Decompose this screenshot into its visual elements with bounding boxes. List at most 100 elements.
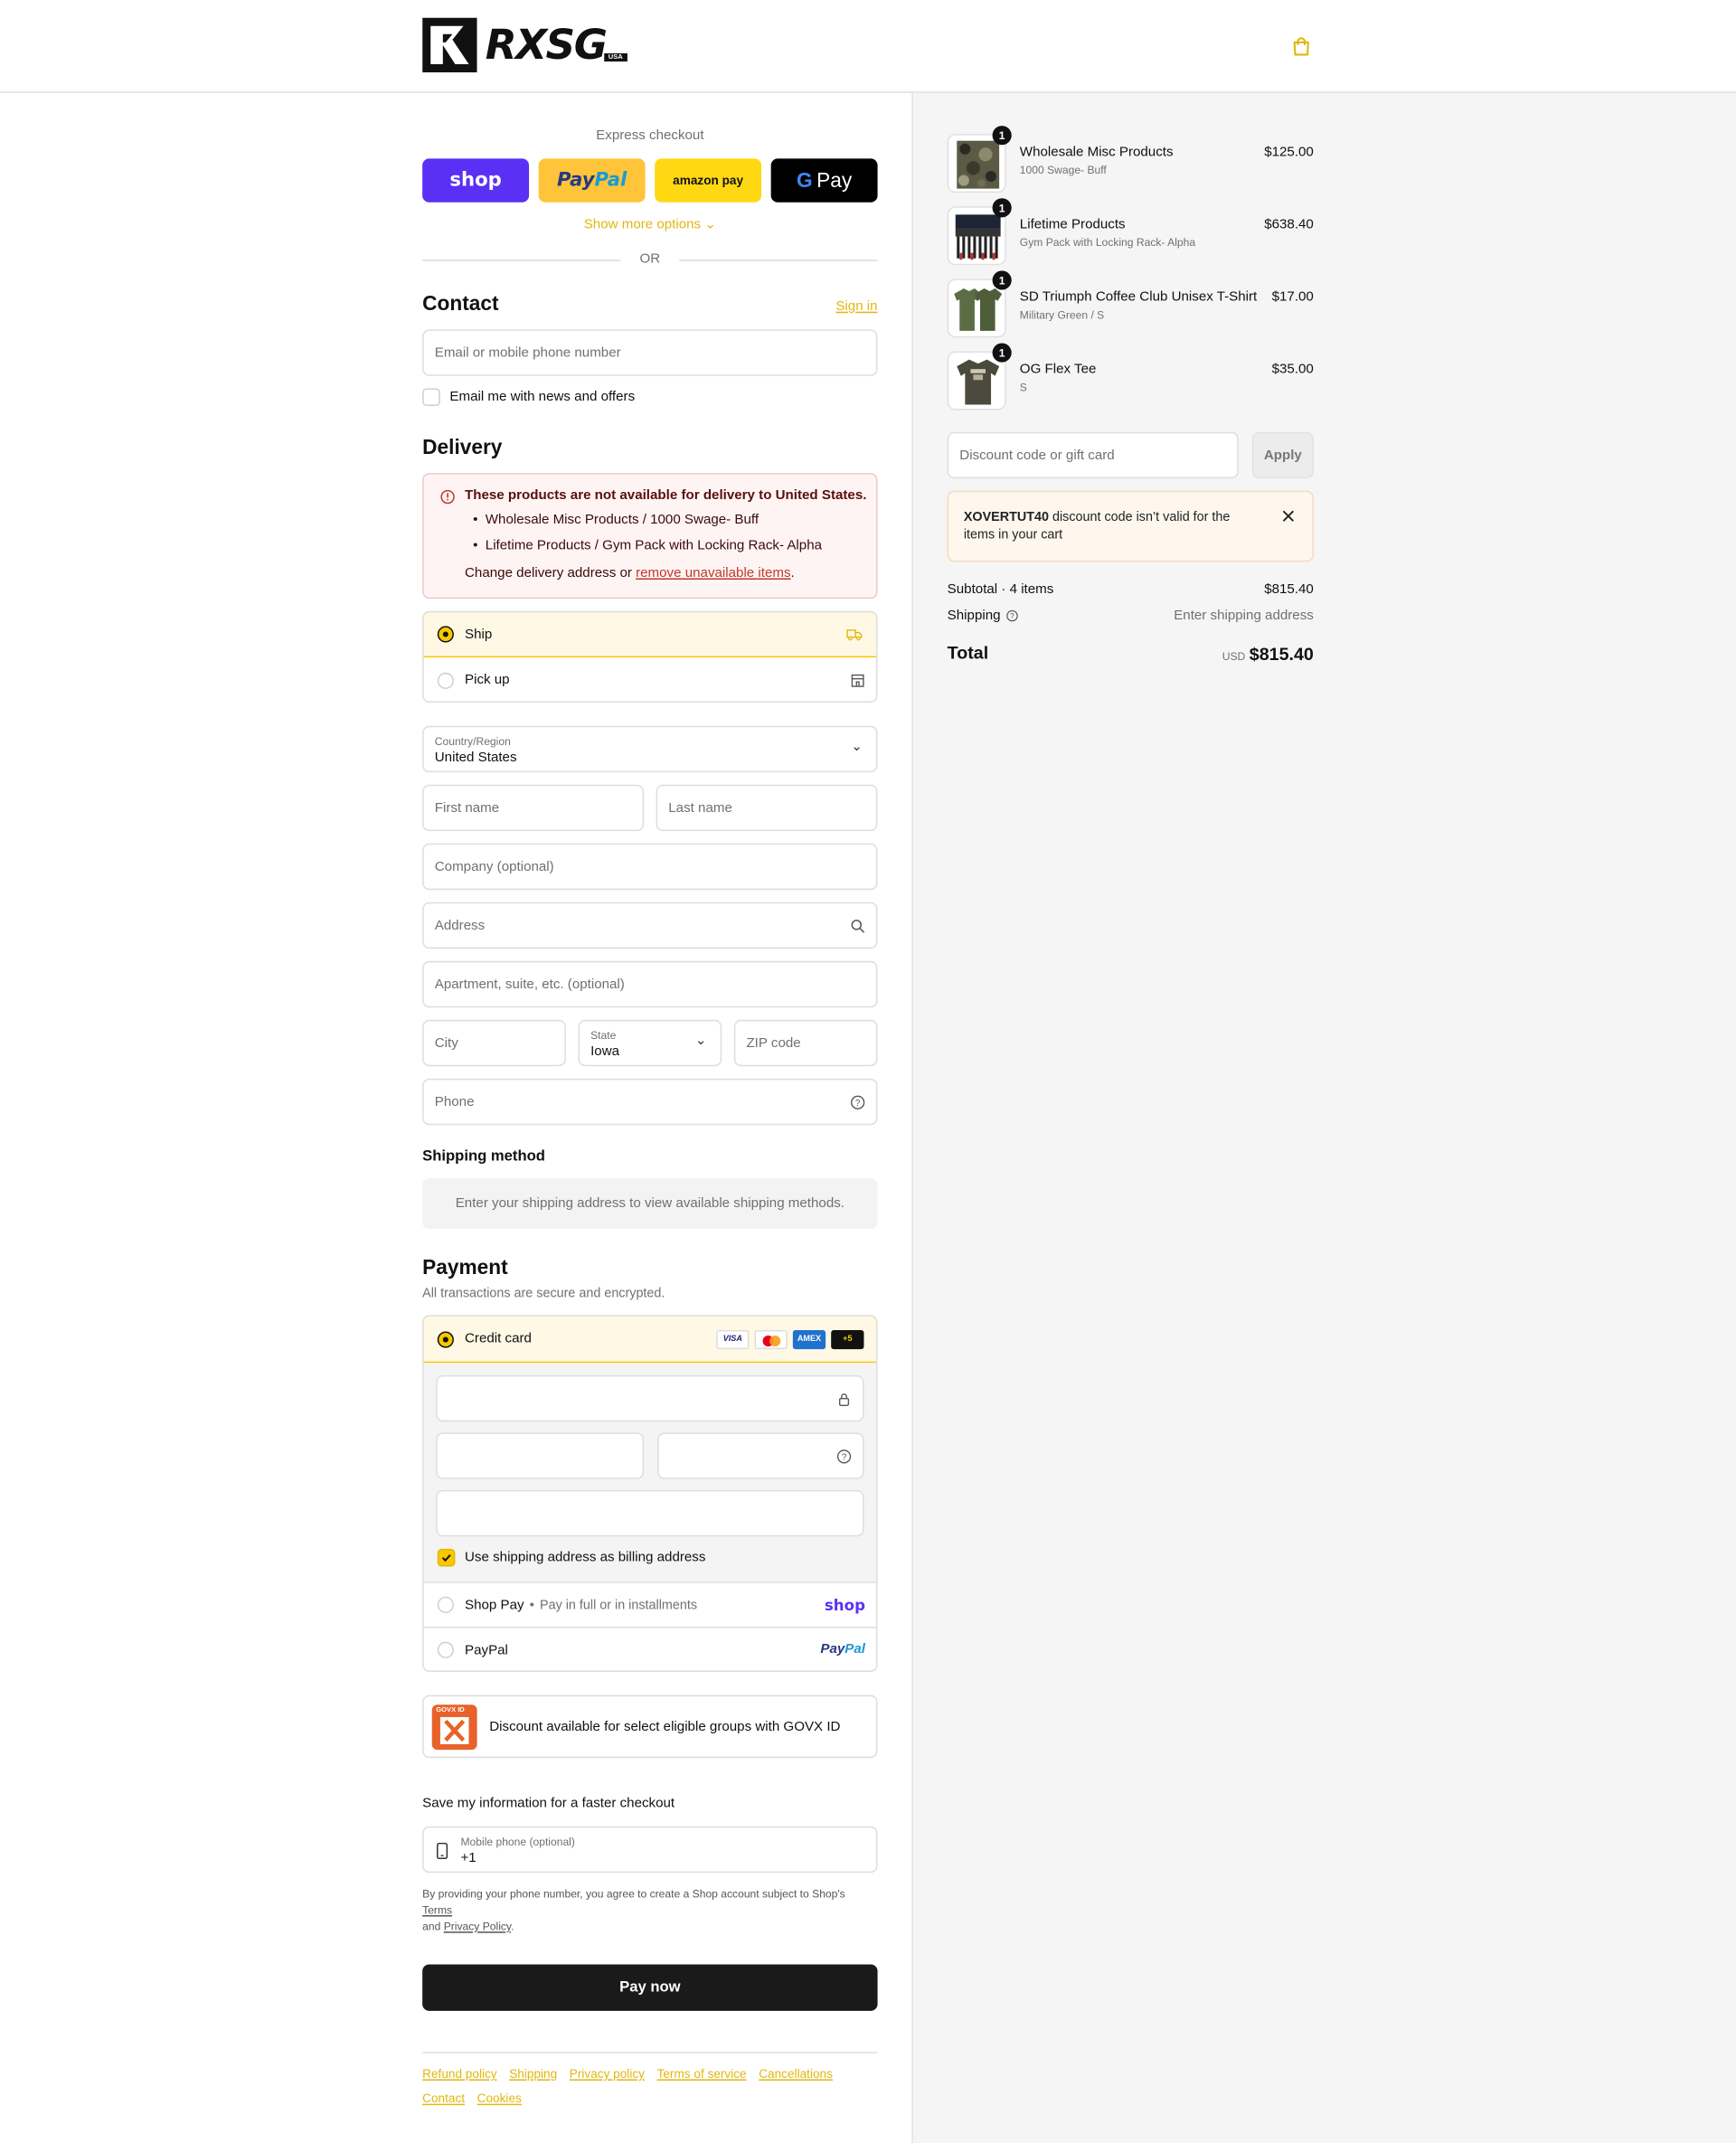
card-cvv-field[interactable]: ? — [657, 1432, 864, 1479]
shop-pay-radio[interactable] — [437, 1596, 454, 1613]
shop-pay-express-button[interactable]: shop — [422, 158, 530, 203]
privacy-policy-link[interactable]: Privacy policy — [570, 2067, 645, 2081]
company-field[interactable]: Company (optional) — [422, 843, 878, 891]
shop-pay-option[interactable]: Shop Pay • Pay in full or in installment… — [423, 1581, 877, 1627]
item-name: Wholesale Misc Products — [1019, 145, 1174, 160]
mastercard-icon — [754, 1329, 788, 1350]
refund-policy-link[interactable]: Refund policy — [422, 2067, 496, 2081]
cart-item: 1 Lifetime Products Gym Pack with Lockin… — [947, 198, 1314, 267]
quantity-badge: 1 — [992, 343, 1012, 363]
cart-item: 1 OG Flex Tee S $35.00 — [947, 343, 1314, 412]
item-name: SD Triumph Coffee Club Unisex T-Shirt — [1019, 289, 1258, 306]
quantity-badge: 1 — [992, 126, 1012, 146]
svg-text:?: ? — [1010, 612, 1014, 620]
paypal-logo-pay: Pay — [556, 169, 595, 192]
payment-methods-group: Credit card VISA AMEX +5 ? Use shipping … — [422, 1315, 878, 1672]
item-price: $125.00 — [1264, 145, 1314, 160]
country-select[interactable]: Country/Region United States ⌄ — [422, 725, 878, 773]
search-icon — [851, 920, 865, 933]
mobile-phone-icon — [437, 1842, 448, 1860]
google-pay-label: Pay — [816, 168, 853, 193]
terms-of-service-link[interactable]: Terms of service — [657, 2067, 747, 2081]
last-name-field[interactable]: Last name — [656, 784, 878, 832]
paypal-logo-pal: Pal — [594, 169, 627, 192]
amex-icon: AMEX — [792, 1329, 826, 1350]
close-icon[interactable] — [1282, 510, 1295, 523]
card-number-field[interactable] — [436, 1374, 864, 1422]
visa-icon: VISA — [716, 1329, 750, 1350]
apply-discount-button[interactable]: Apply — [1251, 431, 1314, 479]
help-circle-icon[interactable]: ? — [836, 1449, 852, 1465]
card-expiry-field[interactable] — [436, 1432, 645, 1479]
payment-subtitle: All transactions are secure and encrypte… — [422, 1286, 665, 1302]
site-header: RXSG USA — [0, 0, 1736, 93]
state-select[interactable]: State Iowa ⌄ — [578, 1019, 722, 1067]
pickup-label: Pick up — [465, 672, 510, 688]
error-item: • Wholesale Misc Products / 1000 Swage- … — [473, 512, 760, 528]
state-label: State — [590, 1029, 617, 1042]
newsletter-checkbox[interactable] — [422, 388, 440, 407]
govx-logo: GOVX ID — [431, 1704, 477, 1751]
email-field[interactable]: Email or mobile phone number — [422, 329, 878, 376]
discount-code-field[interactable]: Discount code or gift card — [947, 431, 1239, 479]
billing-same-checkbox[interactable] — [437, 1548, 456, 1567]
pickup-radio[interactable] — [437, 672, 454, 689]
pay-now-button[interactable]: Pay now — [422, 1964, 878, 2011]
ship-radio[interactable] — [437, 626, 454, 643]
card-name-field[interactable] — [436, 1489, 864, 1537]
shipping-link[interactable]: Shipping — [509, 2067, 557, 2081]
state-value: Iowa — [590, 1044, 620, 1060]
brand-logo[interactable]: RXSG USA — [422, 17, 627, 73]
footer-divider — [422, 2052, 878, 2053]
ship-label: Ship — [465, 627, 493, 642]
zip-field[interactable]: ZIP code — [733, 1019, 878, 1067]
shipping-value: Enter shipping address — [1174, 608, 1314, 624]
credit-card-option[interactable]: Credit card VISA AMEX +5 — [423, 1316, 877, 1364]
company-placeholder: Company (optional) — [434, 859, 554, 874]
cart-bag-icon[interactable] — [1290, 35, 1312, 57]
remove-unavailable-items-link[interactable]: remove unavailable items — [636, 566, 790, 581]
help-circle-icon[interactable]: ? — [850, 1095, 865, 1110]
chevron-down-icon: ⌄ — [704, 217, 717, 233]
error-title: These products are not available for del… — [465, 487, 867, 504]
paypal-express-button[interactable]: Pay Pal — [538, 158, 646, 203]
sign-in-link[interactable]: Sign in — [835, 299, 877, 315]
govx-text: Discount available for select eligible g… — [489, 1719, 841, 1735]
contact-heading: Contact — [422, 292, 499, 316]
store-icon — [851, 674, 864, 687]
paypal-option[interactable]: PayPal PayPal — [423, 1627, 877, 1670]
cancellations-link[interactable]: Cancellations — [759, 2067, 833, 2081]
govx-x-icon — [439, 1716, 469, 1745]
chevron-down-icon: ⌄ — [694, 1033, 707, 1049]
show-more-options-link[interactable]: Show more options ⌄ — [422, 217, 877, 232]
city-field[interactable]: City — [422, 1019, 566, 1067]
country-value: United States — [434, 750, 517, 766]
amazon-pay-express-button[interactable]: amazon pay — [655, 158, 762, 203]
contact-link[interactable]: Contact — [422, 2091, 465, 2105]
cookies-link[interactable]: Cookies — [477, 2091, 522, 2105]
phone-field[interactable]: Phone ? — [422, 1078, 878, 1126]
newsletter-label: Email me with news and offers — [449, 389, 636, 405]
pickup-option[interactable]: Pick up — [424, 657, 876, 701]
mobile-phone-field[interactable]: Mobile phone (optional) +1 — [422, 1826, 878, 1874]
shipping-method-message: Enter your shipping address to view avai… — [455, 1195, 844, 1212]
error-circle-icon — [440, 489, 455, 505]
govx-discount-banner[interactable]: GOVX ID Discount available for select el… — [422, 1695, 878, 1759]
first-name-field[interactable]: First name — [422, 784, 645, 832]
save-info-heading: Save my information for a faster checkou… — [422, 1796, 675, 1812]
help-circle-icon[interactable]: ? — [1006, 609, 1019, 622]
paypal-radio[interactable] — [437, 1641, 454, 1658]
country-label: Country/Region — [434, 735, 511, 748]
address-field[interactable]: Address — [422, 902, 878, 949]
credit-card-radio[interactable] — [437, 1330, 454, 1347]
google-pay-express-button[interactable]: G Pay — [770, 158, 878, 203]
card-brand-badges: VISA AMEX +5 — [716, 1329, 864, 1350]
shop-privacy-link[interactable]: Privacy Policy — [444, 1921, 511, 1933]
address-placeholder: Address — [434, 918, 486, 933]
subtotal-label: Subtotal · 4 items — [947, 582, 1054, 598]
shop-terms-link[interactable]: Terms — [422, 1904, 452, 1917]
ship-option[interactable]: Ship — [423, 612, 877, 658]
apartment-field[interactable]: Apartment, suite, etc. (optional) — [422, 960, 878, 1008]
chevron-down-icon: ⌄ — [851, 739, 863, 755]
item-variant: Military Green / S — [1019, 308, 1105, 322]
